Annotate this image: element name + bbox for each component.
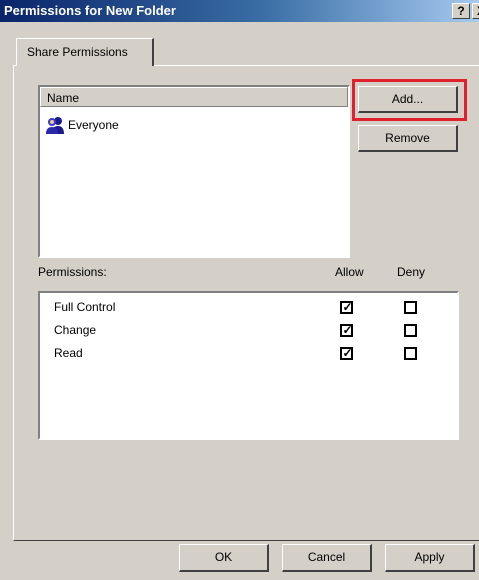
permission-label: Change <box>54 323 97 337</box>
group-users-icon <box>46 117 64 134</box>
permission-label: Read <box>54 346 83 360</box>
name-list[interactable]: Name Everyone <box>38 85 350 258</box>
check-mark-icon: ✓ <box>342 323 353 337</box>
tab-label: Share Permissions <box>27 45 128 59</box>
check-mark-icon: ✓ <box>342 300 353 314</box>
window-title: Permissions for New Folder <box>4 3 176 18</box>
name-column-header-label: Name <box>47 91 80 105</box>
remove-button[interactable]: Remove <box>358 125 458 152</box>
deny-checkbox-change[interactable] <box>404 324 417 337</box>
list-item-label: Everyone <box>68 118 119 132</box>
allow-checkbox-full-control[interactable]: ✓ <box>340 300 353 314</box>
name-column-header[interactable]: Name <box>40 87 348 107</box>
allow-column-label: Allow <box>335 265 364 279</box>
allow-checkbox-read[interactable]: ✓ <box>340 346 353 360</box>
permissions-list: Full Control ✓ Change ✓ Read ✓ <box>38 291 459 440</box>
deny-checkbox-full-control[interactable] <box>404 301 417 314</box>
add-button-highlight <box>352 79 467 121</box>
check-mark-icon: ✓ <box>342 346 353 360</box>
deny-checkbox-read[interactable] <box>404 347 417 360</box>
permissions-label: Permissions: <box>38 265 107 279</box>
permission-label: Full Control <box>54 300 116 314</box>
title-bar[interactable]: Permissions for New Folder ? X <box>0 0 479 22</box>
cancel-button[interactable]: Cancel <box>282 544 372 572</box>
ok-button[interactable]: OK <box>179 544 269 572</box>
deny-column-label: Deny <box>397 265 426 279</box>
apply-button[interactable]: Apply <box>385 544 475 572</box>
tab-share-permissions[interactable]: Share Permissions <box>16 38 154 66</box>
allow-checkbox-change[interactable]: ✓ <box>340 323 353 337</box>
help-button[interactable]: ? <box>452 3 470 19</box>
close-button[interactable]: X <box>472 3 479 19</box>
